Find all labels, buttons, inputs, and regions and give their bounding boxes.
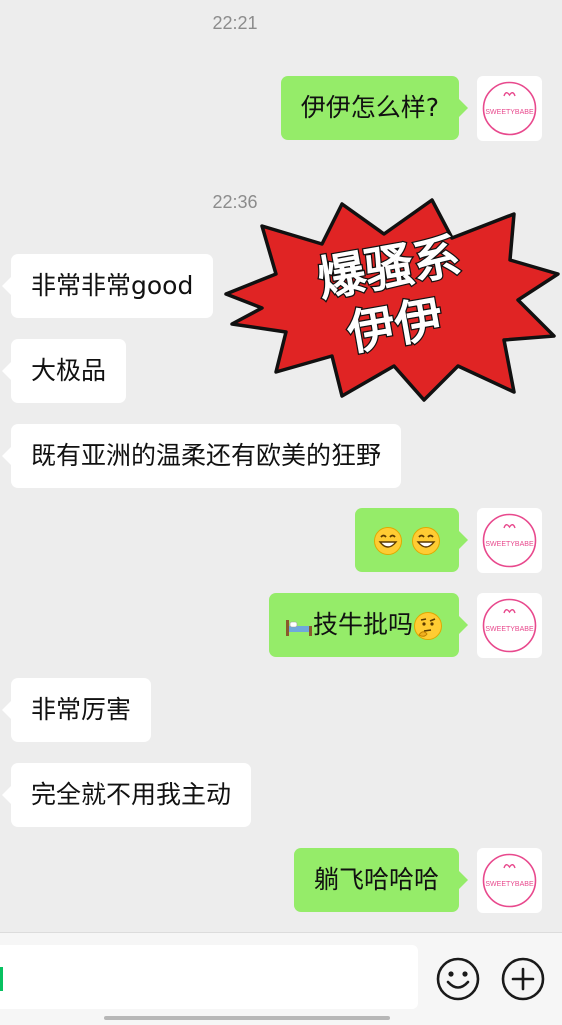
message-bubble-outgoing[interactable]: 伊伊怎么样? [280, 76, 469, 140]
avatar[interactable]: SWEETYBABE [477, 848, 542, 913]
plus-icon [501, 957, 545, 1001]
more-button[interactable] [499, 955, 547, 1003]
avatar[interactable]: SWEETYBABE [477, 508, 542, 573]
emoji-icon [436, 957, 480, 1001]
timestamp: 22:21 [212, 13, 258, 33]
avatar-logo-icon: SWEETYBABE [482, 513, 537, 568]
avatar-logo-icon: SWEETYBABE [482, 853, 537, 908]
avatar[interactable]: SWEETYBABE [477, 593, 542, 658]
burst-sticker: 爆骚系 伊伊 [214, 196, 562, 410]
message-bubble-outgoing[interactable]: 躺飞哈哈哈 [293, 848, 469, 912]
avatar[interactable]: SWEETYBABE [477, 76, 542, 141]
avatar-logo-icon: SWEETYBABE [482, 598, 537, 653]
input-bar [0, 932, 562, 1025]
home-indicator [104, 1016, 390, 1020]
emoji-button[interactable] [434, 955, 482, 1003]
explosion-burst-icon: 爆骚系 伊伊 [224, 198, 560, 402]
message-text: 躺飞哈哈哈 [313, 865, 439, 894]
thinking-face-icon [414, 612, 442, 640]
message-bubble-incoming[interactable]: 既有亚洲的温柔还有欧美的狂野 [1, 424, 402, 488]
svg-text:SWEETYBABE: SWEETYBABE [485, 109, 534, 116]
message-text: 完全就不用我主动 [31, 780, 232, 809]
svg-text:SWEETYBABE: SWEETYBABE [485, 881, 534, 888]
avatar-logo-icon: SWEETYBABE [482, 81, 537, 136]
message-text: 既有亚洲的温柔还有欧美的狂野 [31, 441, 382, 470]
message-bubble-outgoing[interactable] [355, 508, 468, 572]
message-bubble-outgoing[interactable]: 技牛批吗 [268, 593, 469, 657]
message-text: 非常非常good [31, 271, 194, 300]
svg-text:SWEETYBABE: SWEETYBABE [485, 541, 534, 548]
message-bubble-incoming[interactable]: 大极品 [1, 339, 127, 403]
bed-icon [285, 620, 312, 636]
text-cursor [0, 967, 3, 991]
message-input[interactable] [0, 945, 418, 1009]
grinning-face-icon [412, 527, 440, 555]
message-text: 非常厉害 [31, 695, 132, 724]
message-bubble-incoming[interactable]: 非常非常good [1, 254, 214, 318]
svg-text:SWEETYBABE: SWEETYBABE [485, 626, 534, 633]
message-bubble-incoming[interactable]: 非常厉害 [1, 678, 152, 742]
message-text: 技牛批吗 [312, 610, 413, 639]
message-text: 伊伊怎么样? [300, 93, 439, 122]
message-text: 大极品 [31, 356, 107, 385]
grinning-face-icon [374, 527, 403, 555]
message-bubble-incoming[interactable]: 完全就不用我主动 [1, 763, 252, 827]
